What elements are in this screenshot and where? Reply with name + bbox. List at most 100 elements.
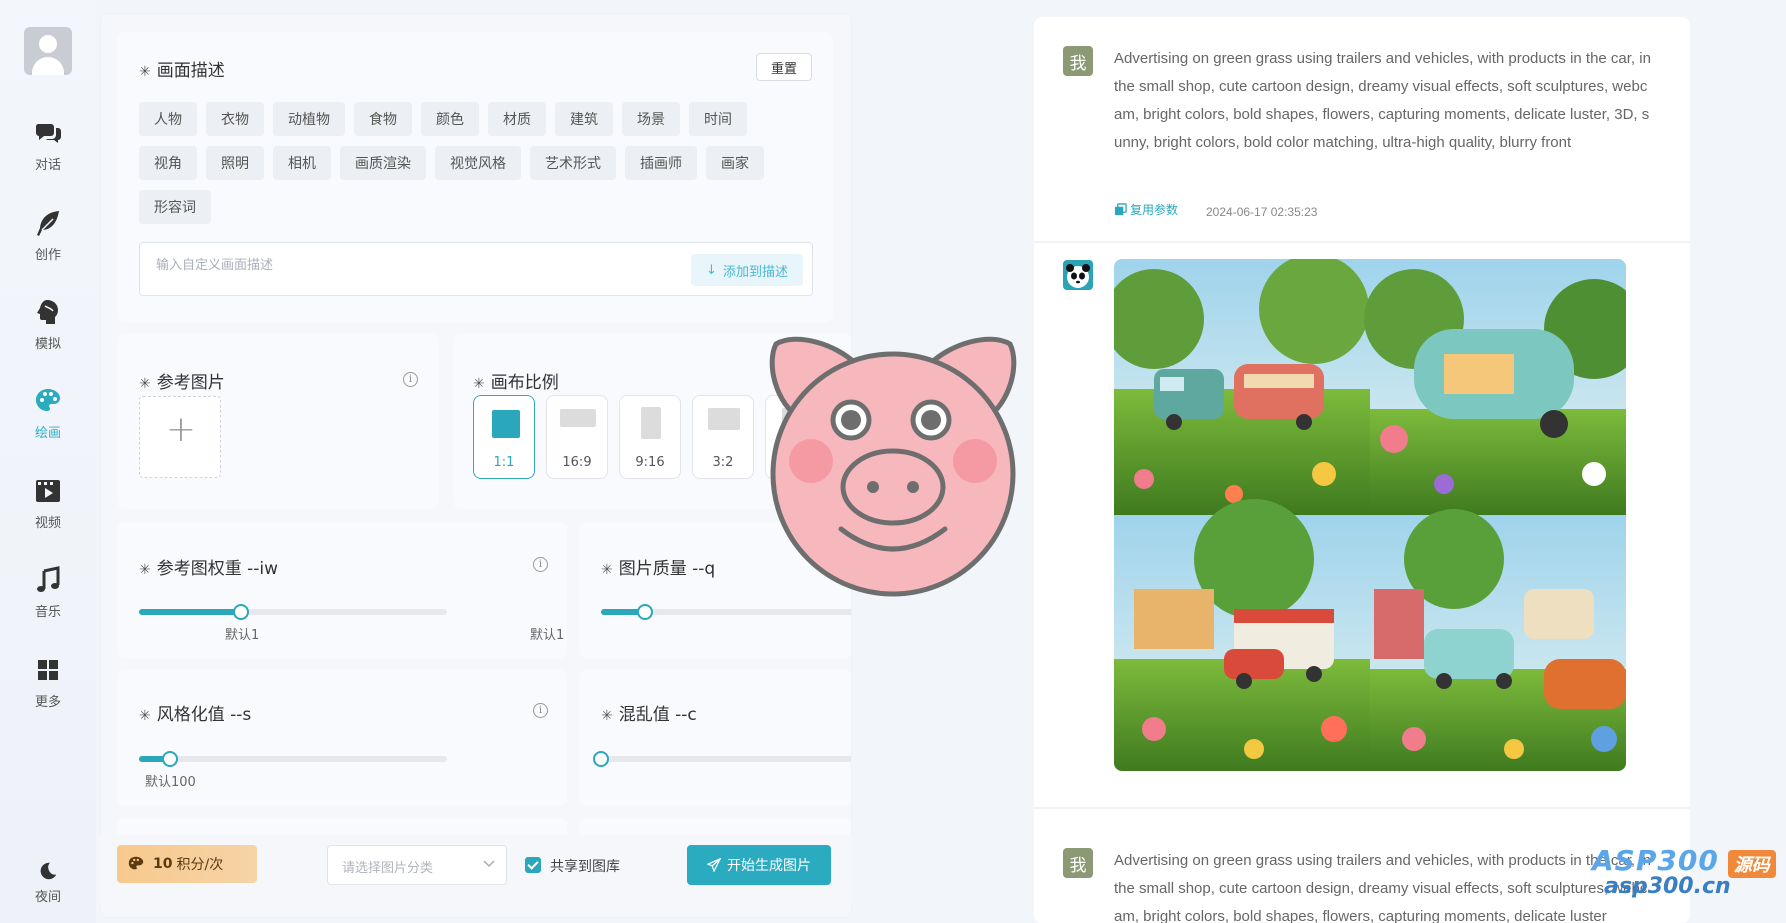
reference-title: ✳ 参考图片 xyxy=(139,373,225,393)
ratio-option-16-9[interactable]: 16:9 xyxy=(546,395,608,479)
info-icon[interactable]: i xyxy=(403,372,418,387)
slider-handle[interactable] xyxy=(161,751,178,767)
ratio-option-1-1[interactable]: 1:1 xyxy=(473,395,535,479)
description-tag[interactable]: 人物 xyxy=(139,102,197,136)
prompt-text: Advertising on green grass using trailer… xyxy=(1114,852,1651,923)
sidebar-item-paint[interactable]: 绘画 xyxy=(0,386,96,456)
custom-description-placeholder: 输入自定义画面描述 xyxy=(156,258,274,273)
generate-button[interactable]: 开始生成图片 xyxy=(687,845,831,885)
iw-slider[interactable] xyxy=(139,604,447,620)
palette-icon xyxy=(128,856,144,870)
watermark-line1: ASP300 xyxy=(1592,844,1719,877)
description-tag[interactable]: 衣物 xyxy=(206,102,264,136)
image-quadrant-3 xyxy=(1114,499,1370,771)
divider xyxy=(1034,807,1690,809)
video-icon xyxy=(36,480,60,502)
user-avatar[interactable] xyxy=(24,27,72,75)
watermark: ASP300 源码 asp300.cn xyxy=(1592,844,1776,899)
s-hint: 默认100 xyxy=(145,775,196,790)
share-label: 共享到图库 xyxy=(550,859,620,875)
description-tag[interactable]: 食物 xyxy=(354,102,412,136)
description-tag[interactable]: 时间 xyxy=(689,102,747,136)
moon-icon xyxy=(40,862,57,880)
add-to-description-label: 添加到描述 xyxy=(722,264,788,280)
night-mode-toggle[interactable]: 夜间 xyxy=(0,860,96,905)
reuse-params-button[interactable]: 复用参数 xyxy=(1114,201,1178,218)
points-value: 10 xyxy=(153,856,173,872)
sidebar-item-simulate[interactable]: 模拟 xyxy=(0,297,96,367)
description-tag[interactable]: 建筑 xyxy=(555,102,613,136)
iw-title: ✳ 参考图权重 --iw xyxy=(139,559,279,579)
image-quadrant-1 xyxy=(1114,259,1370,515)
sidebar-item-video[interactable]: 视频 xyxy=(0,476,96,546)
user-avatar: 我 xyxy=(1063,848,1093,878)
ratio-label: 1:1 xyxy=(493,455,515,470)
description-tag[interactable]: 插画师 xyxy=(625,146,697,180)
c-slider[interactable] xyxy=(593,751,851,767)
description-tag[interactable]: 形容词 xyxy=(139,190,211,224)
slider-handle[interactable] xyxy=(593,751,609,767)
description-tag[interactable]: 艺术形式 xyxy=(530,146,616,180)
q-slider[interactable] xyxy=(601,604,851,620)
ratio-label: 9:16 xyxy=(635,455,665,470)
description-tag[interactable]: 画质渲染 xyxy=(340,146,426,180)
custom-description-input[interactable]: 输入自定义画面描述 ↓ 添加到描述 xyxy=(139,242,813,296)
add-to-description-button[interactable]: ↓ 添加到描述 xyxy=(691,254,803,286)
chevron-down-icon xyxy=(483,860,495,868)
description-tag[interactable]: 动植物 xyxy=(273,102,345,136)
ratio-option-3-2[interactable]: 3:2 xyxy=(692,395,754,479)
s-slider[interactable] xyxy=(139,751,447,767)
description-title: ✳ 画面描述 xyxy=(139,61,225,81)
reset-button[interactable]: 重置 xyxy=(756,53,812,81)
night-mode-label: 夜间 xyxy=(34,890,61,905)
description-tag[interactable]: 照明 xyxy=(206,146,264,180)
description-tag[interactable]: 画家 xyxy=(706,146,764,180)
arrow-down-icon: ↓ xyxy=(706,262,717,278)
pig-logo xyxy=(769,336,1017,597)
ratio-title: ✳ 画布比例 xyxy=(473,373,559,393)
description-tag[interactable]: 场景 xyxy=(622,102,680,136)
info-icon[interactable]: i xyxy=(533,703,548,718)
generated-image-grid[interactable] xyxy=(1114,259,1626,771)
description-tag[interactable]: 视角 xyxy=(139,146,197,180)
description-tag[interactable]: 相机 xyxy=(273,146,331,180)
ratio-option-9-16[interactable]: 9:16 xyxy=(619,395,681,479)
chat-bubbles-icon xyxy=(35,124,61,143)
head-profile-icon xyxy=(37,300,58,324)
copy-icon xyxy=(1114,203,1127,216)
reference-upload-button[interactable]: + xyxy=(139,396,221,478)
c-card xyxy=(579,670,851,806)
user-avatar: 我 xyxy=(1063,46,1093,76)
sidebar-item-music[interactable]: 音乐 xyxy=(0,565,96,635)
watermark-badge: 源码 xyxy=(1727,850,1776,878)
description-tag[interactable]: 材质 xyxy=(488,102,546,136)
panda-icon xyxy=(1066,264,1090,288)
image-quadrant-2 xyxy=(1364,259,1626,515)
slider-handle[interactable] xyxy=(636,604,653,620)
q-hint: 默认1 xyxy=(530,628,565,643)
share-checkbox[interactable] xyxy=(525,857,541,873)
sidebar-item-label: 视频 xyxy=(34,516,61,531)
sidebar-item-create[interactable]: 创作 xyxy=(0,208,96,278)
sidebar: 对话 创作 模拟 绘画 视频 音乐 更多 夜间 xyxy=(0,0,96,923)
ratio-shape xyxy=(641,407,661,439)
slider-handle[interactable] xyxy=(232,604,249,620)
grid-icon xyxy=(38,660,58,680)
send-icon xyxy=(707,858,721,872)
category-select[interactable]: 请选择图片分类 xyxy=(327,845,507,885)
palette-icon xyxy=(36,389,60,411)
sidebar-item-label: 对话 xyxy=(34,158,61,173)
sidebar-item-more[interactable]: 更多 xyxy=(0,655,96,725)
description-tag[interactable]: 视觉风格 xyxy=(435,146,521,180)
description-tag[interactable]: 颜色 xyxy=(421,102,479,136)
generated-image xyxy=(1114,259,1626,771)
generate-label: 开始生成图片 xyxy=(727,858,811,874)
q-title: ✳ 图片质量 --q xyxy=(601,559,716,579)
results-panel: 我 Advertising on green grass using trail… xyxy=(1034,17,1690,923)
sidebar-item-chat[interactable]: 对话 xyxy=(0,118,96,188)
image-quadrant-4 xyxy=(1370,509,1626,771)
info-icon[interactable]: i xyxy=(533,557,548,572)
sidebar-item-label: 绘画 xyxy=(34,426,61,441)
points-badge: 10 积分/次 xyxy=(117,845,257,883)
assistant-avatar xyxy=(1063,260,1093,290)
